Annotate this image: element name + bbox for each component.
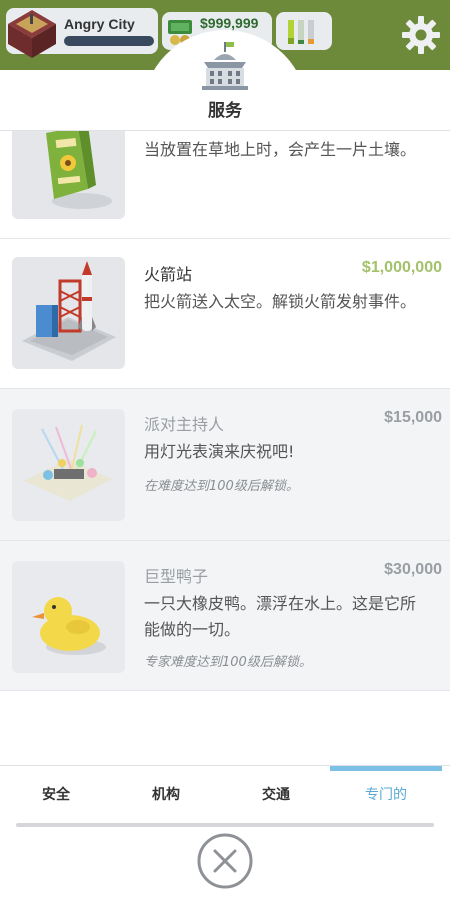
unlock-requirement: 专家难度达到100级后解锁。 bbox=[144, 655, 312, 670]
item-price: $30,000 bbox=[384, 561, 442, 578]
city-name: Angry City bbox=[64, 16, 135, 32]
money-amount: $999,999 bbox=[200, 15, 259, 31]
list-item-giant-duck[interactable]: 巨型鸭子 $30,000 一只大橡皮鸭。漂浮在水上。这是它所能做的一切。 专家难… bbox=[0, 541, 450, 691]
item-description: 用灯光表演来庆祝吧! bbox=[144, 442, 295, 461]
stats-icon bbox=[288, 20, 314, 44]
item-name: 火箭站 bbox=[144, 265, 193, 284]
category-tabs: 安全 机构 交通 专门的 bbox=[0, 765, 450, 823]
city-hall-icon bbox=[202, 42, 248, 90]
tab-safety[interactable]: 安全 bbox=[0, 766, 112, 824]
list-item-plant-bag[interactable]: 当放置在草地上时，会产生一片土壤。 bbox=[0, 131, 450, 239]
list-item-rocket-station[interactable]: 火箭站 $1,000,000 把火箭送入太空。解锁火箭发射事件。 bbox=[0, 239, 450, 389]
tab-institutions[interactable]: 机构 bbox=[110, 766, 222, 824]
item-name: 巨型鸭子 bbox=[144, 567, 209, 586]
rocket-station-icon bbox=[12, 257, 125, 369]
gear-icon[interactable] bbox=[400, 14, 442, 56]
unlock-requirement: 在难度达到100级后解锁。 bbox=[144, 479, 299, 494]
rubber-duck-icon bbox=[12, 561, 125, 673]
tab-transport[interactable]: 交通 bbox=[220, 766, 332, 824]
bottom-divider bbox=[16, 823, 434, 827]
city-progress-bar bbox=[64, 36, 154, 46]
item-description: 把火箭送入太空。解锁火箭发射事件。 bbox=[144, 292, 417, 311]
party-stage-icon bbox=[12, 409, 125, 521]
item-description: 一只大橡皮鸭。漂浮在水上。这是它所能做的一切。 bbox=[144, 594, 417, 639]
city-card[interactable]: Angry City bbox=[6, 8, 158, 58]
item-price: $15,000 bbox=[384, 409, 442, 426]
list-item-party-host[interactable]: 派对主持人 $15,000 用灯光表演来庆祝吧! 在难度达到100级后解锁。 bbox=[0, 389, 450, 541]
item-name: 派对主持人 bbox=[144, 415, 225, 434]
stats-card[interactable] bbox=[276, 12, 332, 50]
tab-special[interactable]: 专门的 bbox=[330, 766, 442, 824]
panel-title: 服务 bbox=[208, 101, 242, 121]
services-list[interactable]: 当放置在草地上时，会产生一片土壤。 火箭站 $1,000,000 把火箭送入太空… bbox=[0, 131, 450, 765]
bottom-bar bbox=[0, 823, 450, 900]
city-thumbnail-icon bbox=[8, 10, 56, 58]
item-price: $1,000,000 bbox=[361, 259, 442, 276]
plant-grow-bag-icon bbox=[12, 131, 125, 219]
item-description: 当放置在草地上时，会产生一片土壤。 bbox=[144, 140, 417, 159]
close-icon[interactable] bbox=[197, 833, 253, 889]
